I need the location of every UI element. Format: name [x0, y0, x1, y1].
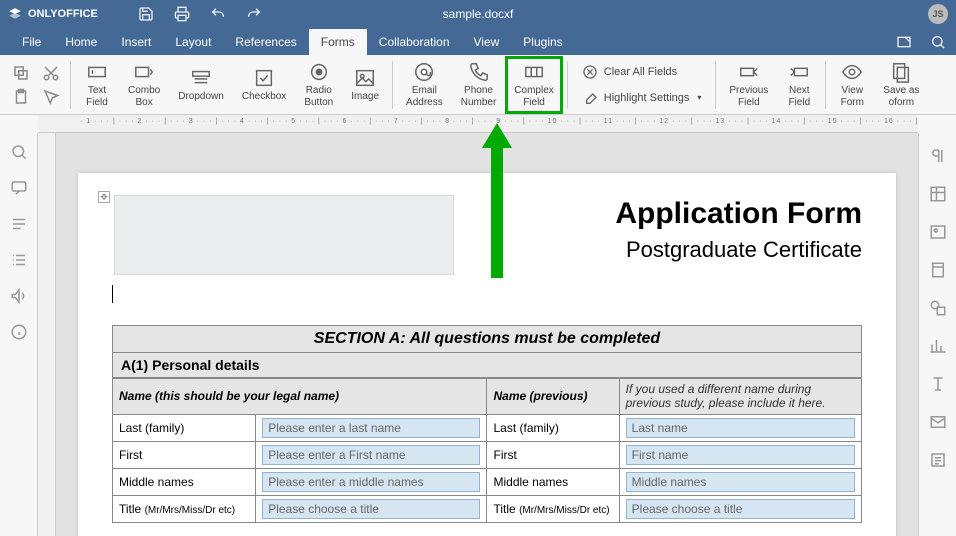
- menu-collaboration[interactable]: Collaboration: [367, 29, 462, 55]
- mail-settings-icon[interactable]: [929, 413, 947, 431]
- view-form-button[interactable]: ViewForm: [830, 56, 874, 114]
- about-icon[interactable]: [10, 323, 28, 341]
- menu-plugins[interactable]: Plugins: [511, 29, 574, 55]
- middle-label: Middle names: [113, 468, 256, 495]
- menu-file[interactable]: File: [10, 29, 53, 55]
- header-settings-icon[interactable]: [929, 261, 947, 279]
- menu-forms[interactable]: Forms: [309, 29, 367, 55]
- middle-name-field[interactable]: Please enter a middle names: [262, 472, 480, 492]
- shape-settings-icon[interactable]: [929, 299, 947, 317]
- prev-first-label: First: [487, 441, 619, 468]
- textart-settings-icon[interactable]: [929, 375, 947, 393]
- save-icon[interactable]: [138, 6, 154, 22]
- document-title: sample.docxf: [443, 7, 514, 21]
- prev-last-label: Last (family): [487, 414, 619, 441]
- prev-middle-label: Middle names: [487, 468, 619, 495]
- title-field[interactable]: Please choose a title: [262, 499, 480, 519]
- prev-title-field[interactable]: Please choose a title: [626, 499, 855, 519]
- name-legal-header: Name (this should be your legal name): [113, 379, 487, 415]
- image-settings-icon[interactable]: [929, 223, 947, 241]
- last-label: Last (family): [113, 414, 256, 441]
- prev-title-label: Title (Mr/Mrs/Miss/Dr etc): [487, 495, 619, 522]
- undo-icon[interactable]: [210, 6, 226, 22]
- table-settings-icon[interactable]: [929, 185, 947, 203]
- canvas-area: ✥ Application Form Postgraduate Certific…: [38, 133, 918, 536]
- personal-details-table: Name (this should be your legal name) Na…: [112, 378, 862, 523]
- clear-fields-button[interactable]: Clear All Fields: [576, 61, 708, 83]
- phone-button[interactable]: PhoneNumber: [452, 56, 506, 114]
- app-logo: ONLYOFFICE: [8, 7, 98, 21]
- highlight-settings-button[interactable]: Highlight Settings▾: [576, 87, 708, 109]
- doc-heading: Application Form: [112, 197, 862, 231]
- combo-box-button[interactable]: ComboBox: [119, 56, 169, 114]
- title-bar: ONLYOFFICE sample.docxf JS: [0, 0, 956, 28]
- chart-settings-icon[interactable]: [929, 337, 947, 355]
- user-avatar[interactable]: JS: [928, 4, 948, 24]
- prev-middle-name-field[interactable]: Middle names: [626, 472, 855, 492]
- dropdown-button[interactable]: Dropdown: [169, 62, 233, 108]
- doc-subheading: Postgraduate Certificate: [112, 237, 862, 263]
- comments-panel-icon[interactable]: [10, 179, 28, 197]
- open-location-icon[interactable]: [896, 34, 912, 50]
- menu-view[interactable]: View: [462, 29, 512, 55]
- image-button[interactable]: Image: [342, 62, 388, 108]
- subsection-a1: A(1) Personal details: [112, 353, 862, 378]
- first-name-field[interactable]: Please enter a First name: [262, 445, 480, 465]
- complex-field-button[interactable]: ComplexField: [505, 56, 562, 114]
- name-prev-header: Name (previous): [487, 379, 619, 415]
- paste-icon[interactable]: [12, 88, 30, 106]
- last-name-field[interactable]: Please enter a last name: [262, 418, 480, 438]
- cut-icon[interactable]: [42, 64, 60, 82]
- checkbox-button[interactable]: Checkbox: [233, 62, 295, 108]
- paragraph-settings-icon[interactable]: [929, 147, 947, 165]
- right-panel: [918, 133, 956, 536]
- text-cursor: [112, 285, 113, 303]
- menu-layout[interactable]: Layout: [163, 29, 223, 55]
- first-label: First: [113, 441, 256, 468]
- save-oform-button[interactable]: Save asoform: [874, 56, 928, 114]
- radio-button[interactable]: RadioButton: [295, 56, 342, 114]
- menu-insert[interactable]: Insert: [109, 29, 163, 55]
- prev-last-name-field[interactable]: Last name: [626, 418, 855, 438]
- redo-icon[interactable]: [246, 6, 262, 22]
- search-icon[interactable]: [930, 34, 946, 50]
- form-settings-icon[interactable]: [929, 451, 947, 469]
- menu-home[interactable]: Home: [53, 29, 109, 55]
- feedback-icon[interactable]: [10, 287, 28, 305]
- forms-toolbar: TextField ComboBox Dropdown Checkbox Rad…: [0, 55, 956, 115]
- left-panel: [0, 133, 38, 536]
- vertical-ruler: [38, 133, 56, 536]
- next-field-button[interactable]: NextField: [777, 56, 821, 114]
- print-icon[interactable]: [174, 6, 190, 22]
- copy-icon[interactable]: [12, 64, 30, 82]
- document-page: ✥ Application Form Postgraduate Certific…: [78, 173, 896, 536]
- horizontal-ruler: · 1 · · · | · · · 2 · · · | · · · 3 · · …: [38, 115, 918, 133]
- email-button[interactable]: EmailAddress: [397, 56, 452, 114]
- outline-panel-icon[interactable]: [10, 251, 28, 269]
- prev-first-name-field[interactable]: First name: [626, 445, 855, 465]
- headings-panel-icon[interactable]: [10, 215, 28, 233]
- select-icon[interactable]: [42, 88, 60, 106]
- section-a-bar: SECTION A: All questions must be complet…: [112, 325, 862, 353]
- menu-references[interactable]: References: [223, 29, 308, 55]
- search-panel-icon[interactable]: [10, 143, 28, 161]
- menu-bar: File Home Insert Layout References Forms…: [0, 28, 956, 55]
- anchor-icon[interactable]: ✥: [98, 191, 110, 203]
- title-label: Title (Mr/Mrs/Miss/Dr etc): [113, 495, 256, 522]
- name-prev-note: If you used a different name during prev…: [619, 379, 861, 415]
- previous-field-button[interactable]: PreviousField: [720, 56, 777, 114]
- app-name: ONLYOFFICE: [28, 8, 98, 20]
- text-field-button[interactable]: TextField: [75, 56, 119, 114]
